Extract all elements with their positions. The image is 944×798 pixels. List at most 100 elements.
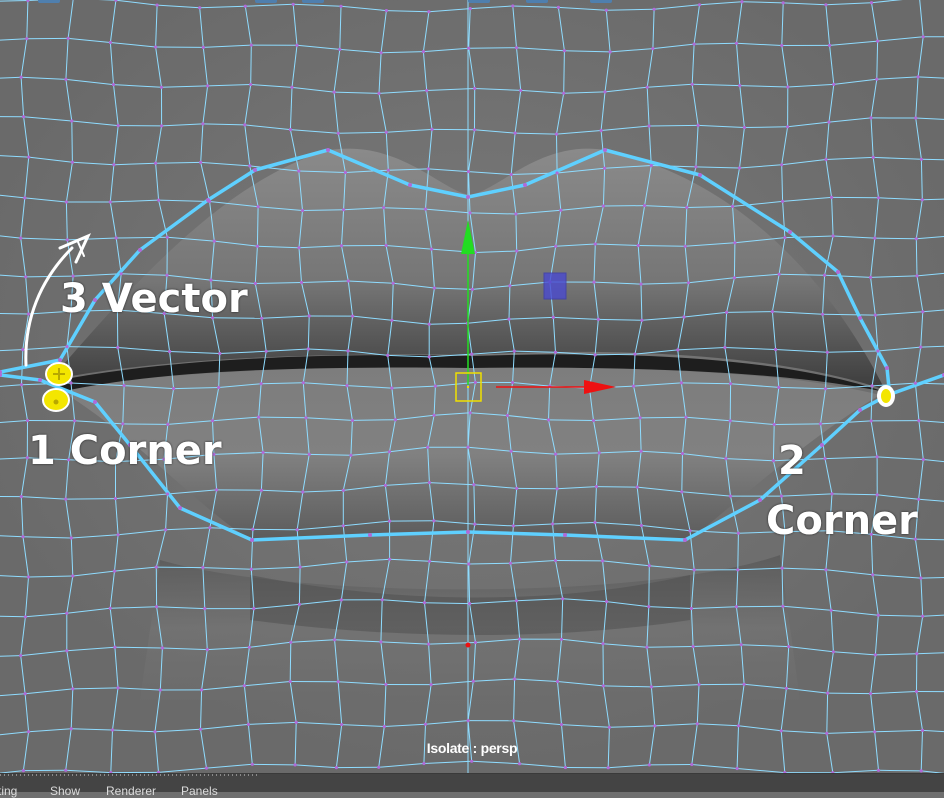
mesh-vertex[interactable] <box>515 249 518 252</box>
mesh-vertex[interactable] <box>473 87 476 90</box>
mesh-vertex[interactable] <box>737 724 740 727</box>
mesh-vertex[interactable] <box>257 205 260 208</box>
mesh-vertex[interactable] <box>560 638 563 641</box>
mesh-vertex[interactable] <box>560 723 563 726</box>
mesh-vertex[interactable] <box>603 167 606 170</box>
mesh-vertex[interactable] <box>206 198 210 202</box>
mesh-vertex[interactable] <box>300 281 303 284</box>
mesh-vertex[interactable] <box>547 418 550 421</box>
mesh-vertex[interactable] <box>469 411 472 414</box>
mesh-vertex[interactable] <box>510 450 513 453</box>
mesh-vertex[interactable] <box>877 196 880 199</box>
mesh-vertex[interactable] <box>243 684 246 687</box>
mesh-vertex[interactable] <box>519 89 522 92</box>
mesh-vertex[interactable] <box>556 171 559 174</box>
mesh-vertex[interactable] <box>697 683 700 686</box>
mesh-vertex[interactable] <box>333 638 336 641</box>
mesh-vertex[interactable] <box>24 692 27 695</box>
mesh-vertex[interactable] <box>262 451 265 454</box>
mesh-vertex[interactable] <box>920 158 923 161</box>
mesh-vertex[interactable] <box>430 683 433 686</box>
mesh-vertex[interactable] <box>466 195 470 199</box>
mesh-vertex[interactable] <box>25 37 28 40</box>
mesh-vertex[interactable] <box>788 230 792 234</box>
mesh-vertex[interactable] <box>685 206 688 209</box>
mesh-vertex[interactable] <box>427 167 430 170</box>
mesh-vertex[interactable] <box>428 355 431 358</box>
mesh-vertex[interactable] <box>218 352 221 355</box>
mesh-vertex[interactable] <box>777 386 780 389</box>
mesh-vertex[interactable] <box>215 488 218 491</box>
mesh-vertex[interactable] <box>470 760 473 763</box>
mesh-vertex[interactable] <box>875 78 878 81</box>
mesh-vertex[interactable] <box>24 275 27 278</box>
mesh-vertex[interactable] <box>109 41 112 44</box>
mesh-vertex[interactable] <box>159 688 162 691</box>
mesh-vertex[interactable] <box>289 641 292 644</box>
mesh-vertex[interactable] <box>735 42 738 45</box>
mesh-vertex[interactable] <box>381 598 384 601</box>
mesh-vertex[interactable] <box>217 386 220 389</box>
mesh-vertex[interactable] <box>20 383 23 386</box>
mesh-vertex[interactable] <box>73 419 76 422</box>
mesh-vertex[interactable] <box>297 246 300 249</box>
mesh-vertex[interactable] <box>648 124 651 127</box>
mesh-vertex[interactable] <box>643 204 646 207</box>
mesh-vertex[interactable] <box>294 763 297 766</box>
mesh-vertex[interactable] <box>595 485 598 488</box>
mesh-vertex[interactable] <box>781 605 784 608</box>
mesh-vertex[interactable] <box>551 522 554 525</box>
mesh-vertex[interactable] <box>112 83 115 86</box>
mesh-canvas[interactable] <box>0 0 944 773</box>
mesh-vertex[interactable] <box>289 128 292 131</box>
mesh-vertex[interactable] <box>513 350 516 353</box>
mesh-vertex[interactable] <box>260 317 263 320</box>
mesh-vertex[interactable] <box>690 763 693 766</box>
mesh-vertex[interactable] <box>473 523 476 526</box>
mesh-vertex[interactable] <box>466 446 469 449</box>
mesh-vertex[interactable] <box>832 650 835 653</box>
mesh-vertex[interactable] <box>824 387 827 390</box>
mesh-vertex[interactable] <box>633 353 636 356</box>
mesh-vertex[interactable] <box>199 161 202 164</box>
toolbar-icon[interactable] <box>302 0 324 3</box>
mesh-vertex[interactable] <box>254 282 257 285</box>
mesh-vertex[interactable] <box>424 723 427 726</box>
mesh-vertex[interactable] <box>295 44 298 47</box>
mesh-vertex[interactable] <box>724 457 727 460</box>
mesh-vertex[interactable] <box>876 455 879 458</box>
mesh-vertex[interactable] <box>113 570 116 573</box>
mesh-vertex[interactable] <box>640 524 643 527</box>
mesh-vertex[interactable] <box>563 533 567 537</box>
mesh-vertex[interactable] <box>422 762 425 765</box>
mesh-vertex[interactable] <box>738 84 741 87</box>
mesh-vertex[interactable] <box>559 209 562 212</box>
mesh-vertex[interactable] <box>22 115 25 118</box>
mesh-vertex[interactable] <box>514 132 517 135</box>
mesh-vertex[interactable] <box>786 85 789 88</box>
mesh-vertex[interactable] <box>423 601 426 604</box>
mesh-vertex[interactable] <box>64 769 67 772</box>
mesh-vertex[interactable] <box>737 532 740 535</box>
mesh-vertex[interactable] <box>869 276 872 279</box>
mesh-vertex[interactable] <box>511 381 514 384</box>
mesh-vertex[interactable] <box>289 680 292 683</box>
mesh-vertex[interactable] <box>470 353 473 356</box>
mesh-vertex[interactable] <box>823 457 826 460</box>
mesh-vertex[interactable] <box>22 769 25 772</box>
mesh-vertex[interactable] <box>243 123 246 126</box>
mesh-vertex[interactable] <box>164 528 167 531</box>
toolbar-icon[interactable] <box>255 0 277 3</box>
mesh-vertex[interactable] <box>252 607 255 610</box>
mesh-vertex[interactable] <box>830 492 833 495</box>
mesh-vertex[interactable] <box>871 573 874 576</box>
mesh-vertex[interactable] <box>836 270 840 274</box>
mesh-vertex[interactable] <box>733 276 736 279</box>
toolbar-icon[interactable] <box>526 0 548 3</box>
mesh-vertex[interactable] <box>345 384 348 387</box>
mesh-vertex[interactable] <box>468 211 471 214</box>
mesh-vertex[interactable] <box>205 767 208 770</box>
mesh-vertex[interactable] <box>827 121 830 124</box>
mesh-vertex[interactable] <box>515 487 518 490</box>
mesh-vertex[interactable] <box>247 723 250 726</box>
